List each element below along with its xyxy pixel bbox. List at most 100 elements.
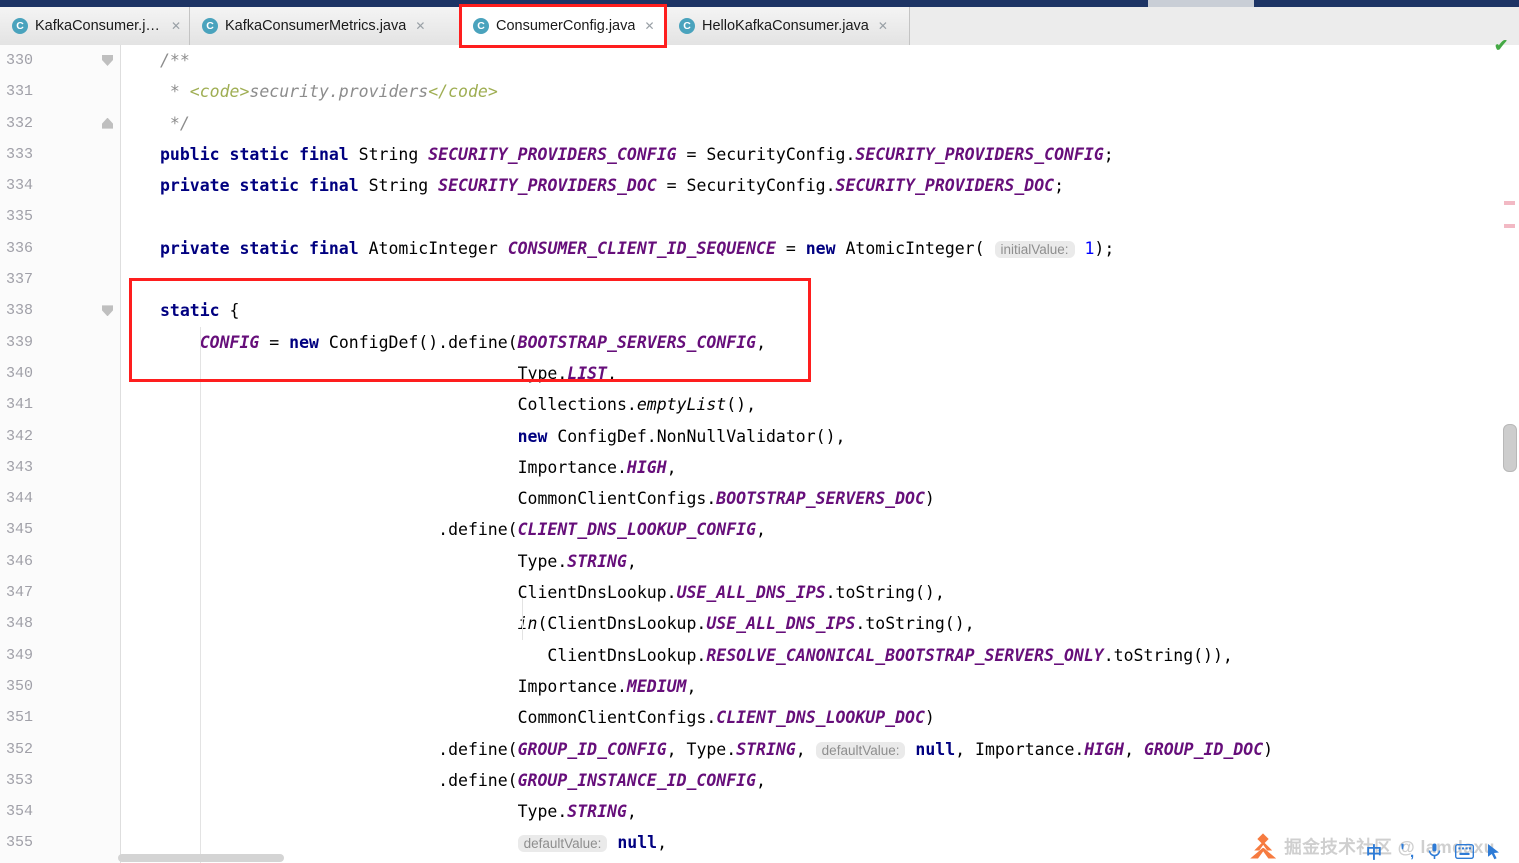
code-token: *: [169, 82, 190, 102]
code-token: , Importance.: [955, 739, 1085, 759]
code-line[interactable]: 349 ClientDnsLookup.RESOLVE_CANONICAL_BO…: [0, 640, 1519, 671]
code-text: public static final String SECURITY_PROV…: [160, 139, 1114, 170]
close-icon[interactable]: ✕: [415, 19, 425, 33]
microphone-icon[interactable]: [1427, 843, 1442, 860]
code-token: SECURITY_PROVIDERS_DOC: [835, 176, 1055, 196]
code-token: 1: [1084, 238, 1095, 258]
code-token: MEDIUM: [626, 676, 687, 696]
code-token: CLIENT_DNS_LOOKUP_CONFIG: [517, 520, 757, 540]
fold-icon[interactable]: [102, 117, 113, 129]
code-text: Importance.MEDIUM,: [160, 671, 697, 702]
cursor-arrow-icon[interactable]: [1487, 843, 1500, 860]
code-token: AtomicInteger(: [835, 238, 995, 258]
code-token: String: [348, 144, 429, 164]
code-line[interactable]: 341 Collections.emptyList(),: [0, 389, 1519, 420]
code-line[interactable]: 332 */: [0, 108, 1519, 139]
code-token: ,: [756, 520, 766, 540]
fold-icon[interactable]: [102, 305, 113, 317]
close-icon[interactable]: ✕: [171, 19, 181, 33]
code-line[interactable]: 336 private static final AtomicInteger C…: [0, 233, 1519, 264]
vertical-scrollbar-thumb[interactable]: [1503, 424, 1517, 472]
inspection-ok-icon[interactable]: ✔: [1494, 36, 1508, 56]
keyboard-icon[interactable]: [1455, 843, 1475, 859]
code-token: HIGH: [626, 457, 667, 477]
code-token: .toString()),: [1103, 645, 1233, 665]
code-line[interactable]: 330 /**: [0, 45, 1519, 76]
line-number: 354: [6, 803, 34, 821]
parameter-hint: defaultValue:: [517, 835, 608, 853]
code-token: GROUP_ID_CONFIG: [517, 739, 667, 759]
line-number: 335: [6, 208, 34, 226]
code-line[interactable]: 344 CommonClientConfigs.BOOTSTRAP_SERVER…: [0, 483, 1519, 514]
line-number: 333: [6, 145, 34, 163]
code-token: ,: [626, 551, 637, 571]
code-token: STRING: [567, 551, 627, 571]
code-token: GROUP_ID_DOC: [1143, 739, 1264, 759]
code-token: GROUP_INSTANCE_ID_CONFIG: [517, 770, 757, 790]
horizontal-scrollbar-thumb[interactable]: [118, 854, 284, 862]
code-token: CLIENT_DNS_LOOKUP_DOC: [716, 708, 925, 728]
code-line[interactable]: 354 Type.STRING,: [0, 796, 1519, 827]
ime-punctuation-icon[interactable]: ＇,: [1395, 841, 1414, 862]
annotation-box-code: [129, 278, 811, 382]
code-line[interactable]: 347 ClientDnsLookup.USE_ALL_DNS_IPS.toSt…: [0, 577, 1519, 608]
code-token: BOOTSTRAP_SERVERS_DOC: [716, 489, 925, 509]
code-token: ;: [1103, 144, 1114, 164]
code-token: (),: [726, 395, 757, 415]
line-number: 334: [6, 177, 34, 195]
editor[interactable]: 330 /** 331 * <code>security.providers</…: [0, 45, 1519, 863]
code-line[interactable]: 351 CommonClientConfigs.CLIENT_DNS_LOOKU…: [0, 702, 1519, 733]
code-token: SECURITY_PROVIDERS_CONFIG: [428, 144, 677, 164]
code-token: ClientDnsLookup.: [547, 645, 707, 665]
editor-tab[interactable]: C KafkaConsumer.java ✕: [0, 7, 190, 45]
code-line[interactable]: 331 * <code>security.providers</code>: [0, 76, 1519, 107]
code-token: null: [915, 739, 956, 759]
code-token: .define(: [438, 520, 518, 540]
code-token: public static final: [160, 144, 349, 164]
code-text: ClientDnsLookup.RESOLVE_CANONICAL_BOOTST…: [160, 640, 1233, 671]
line-number: 350: [6, 677, 34, 695]
code-token: /**: [160, 51, 190, 70]
ime-language-icon[interactable]: 中: [1366, 839, 1382, 863]
code-token: ,: [657, 833, 668, 853]
close-icon[interactable]: ✕: [878, 19, 888, 33]
code-text: .define(CLIENT_DNS_LOOKUP_CONFIG,: [160, 514, 766, 545]
editor-tab[interactable]: C HelloKafkaConsumer.java ✕: [667, 7, 910, 45]
editor-tab[interactable]: C KafkaConsumerMetrics.java ✕: [190, 7, 461, 45]
code-line[interactable]: 353 .define(GROUP_INSTANCE_ID_CONFIG,: [0, 765, 1519, 796]
code-line[interactable]: 350 Importance.MEDIUM,: [0, 671, 1519, 702]
code-text: CommonClientConfigs.CLIENT_DNS_LOOKUP_DO…: [160, 702, 935, 733]
line-number: 336: [6, 239, 34, 257]
code-text: /**: [160, 45, 190, 76]
code-line[interactable]: 348 in(ClientDnsLookup.USE_ALL_DNS_IPS.t…: [0, 608, 1519, 639]
line-number: 351: [6, 709, 34, 727]
code-line[interactable]: 342 new ConfigDef.NonNullValidator(),: [0, 421, 1519, 452]
code-line[interactable]: 334 private static final String SECURITY…: [0, 170, 1519, 201]
code-token: <code>: [189, 82, 250, 102]
fold-icon[interactable]: [102, 55, 113, 66]
indent-guide: [200, 327, 201, 863]
code-line[interactable]: 352 .define(GROUP_ID_CONFIG, Type.STRING…: [0, 734, 1519, 765]
code-token: ,: [686, 676, 697, 696]
code-token: security.providers: [249, 82, 429, 102]
code-line[interactable]: 335: [0, 201, 1519, 232]
code-token: AtomicInteger: [358, 238, 508, 258]
parameter-hint: defaultValue:: [815, 741, 906, 759]
class-icon: C: [679, 18, 695, 34]
code-text: .define(GROUP_INSTANCE_ID_CONFIG,: [160, 765, 766, 796]
code-token: private static final: [160, 238, 359, 258]
code-line[interactable]: 333 public static final String SECURITY_…: [0, 139, 1519, 170]
line-number: 355: [6, 834, 34, 852]
code-token: CommonClientConfigs.: [517, 708, 717, 728]
code-token: .define(: [438, 770, 518, 790]
code-token: );: [1094, 238, 1115, 258]
tab-bar: C KafkaConsumer.java ✕ C KafkaConsumerMe…: [0, 7, 1519, 46]
code-line[interactable]: 346 Type.STRING,: [0, 546, 1519, 577]
change-marker: [1504, 224, 1515, 228]
line-number: 331: [6, 83, 34, 101]
line-number: 340: [6, 364, 34, 382]
code-line[interactable]: 343 Importance.HIGH,: [0, 452, 1519, 483]
code-line[interactable]: 345 .define(CLIENT_DNS_LOOKUP_CONFIG,: [0, 514, 1519, 545]
